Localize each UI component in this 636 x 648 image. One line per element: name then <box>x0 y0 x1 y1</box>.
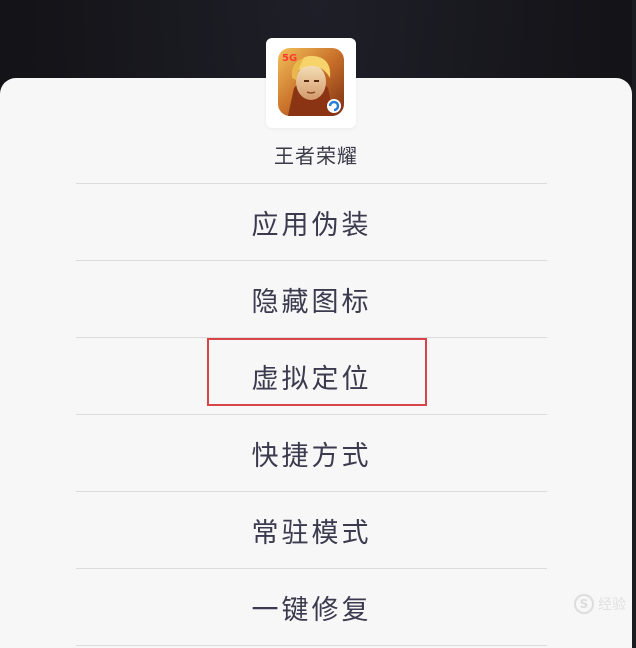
divider <box>76 645 547 646</box>
menu-item-label: 常驻模式 <box>251 517 372 549</box>
svg-text:5G: 5G <box>282 53 297 64</box>
watermark-text: 经验 <box>598 597 626 613</box>
highlight-annotation-box <box>207 338 427 406</box>
app-icon-card: 5G <box>266 38 356 128</box>
s-logo-icon: S <box>574 594 594 614</box>
game-app-icon: 5G <box>278 48 344 116</box>
menu-item-label: 快捷方式 <box>251 440 372 472</box>
menu-item-app-disguise[interactable]: 应用伪装 <box>76 184 547 260</box>
app-name: 王者荣耀 <box>274 144 358 168</box>
menu-item-label: 隐藏图标 <box>251 286 372 318</box>
menu-item-resident-mode[interactable]: 常驻模式 <box>76 492 547 568</box>
watermark: S 经验 <box>574 594 626 614</box>
menu-item-one-key-repair[interactable]: 一键修复 <box>76 569 547 645</box>
menu-item-shortcut[interactable]: 快捷方式 <box>76 415 547 491</box>
menu-item-hide-icon[interactable]: 隐藏图标 <box>76 261 547 337</box>
menu-item-label: 应用伪装 <box>251 209 372 241</box>
screen-edge <box>632 0 636 648</box>
menu-item-label: 一键修复 <box>251 594 372 626</box>
